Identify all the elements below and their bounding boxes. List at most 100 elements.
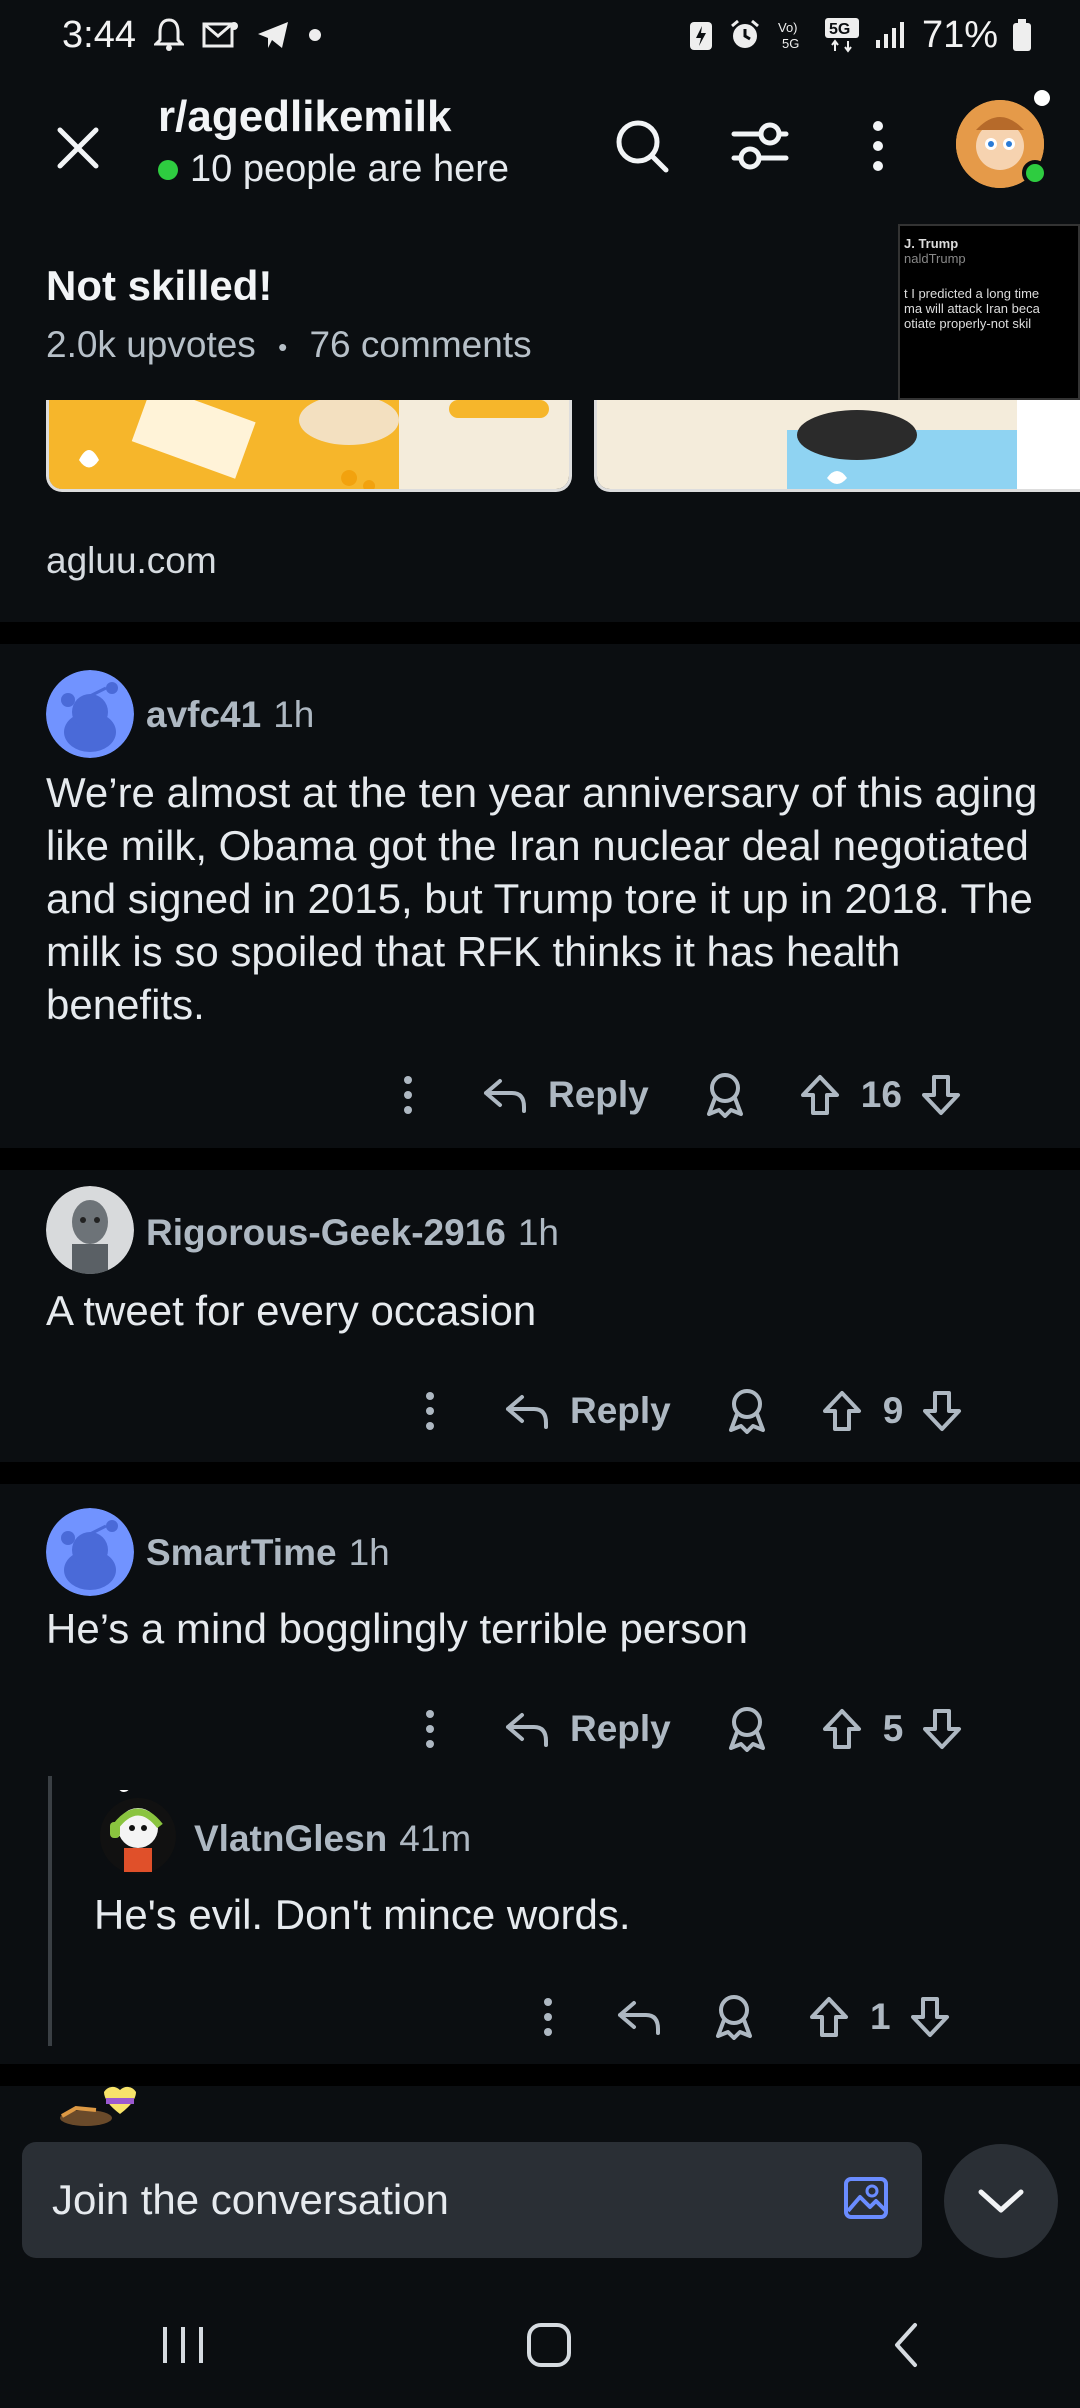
section-divider xyxy=(0,622,1080,644)
system-nav-bar xyxy=(0,2286,1080,2408)
subreddit-name[interactable]: r/agedlikemilk xyxy=(158,92,509,142)
battery-percent: 71% xyxy=(921,13,998,56)
comment-avatar[interactable] xyxy=(46,1186,134,1274)
subreddit-header: r/agedlikemilk 10 people are here xyxy=(0,80,1080,210)
reply-button[interactable]: Reply xyxy=(482,1074,649,1116)
post-upvotes: 2.0k upvotes xyxy=(46,324,256,365)
back-chevron-icon xyxy=(895,2322,917,2367)
recent-apps-icon xyxy=(163,2326,203,2363)
post-title: Not skilled! xyxy=(46,262,273,309)
post-comment-count: 76 comments xyxy=(309,324,532,365)
thumb-text-line: naldTrump xyxy=(904,251,966,266)
comment-composer[interactable]: Join the conversation xyxy=(22,2142,922,2258)
post-summary[interactable]: Not skilled! 2.0k upvotes • 76 comments xyxy=(46,262,532,366)
author-name: VlatnGlesn xyxy=(194,1818,388,1859)
reply-arrow-icon xyxy=(484,1079,526,1113)
upvote-button[interactable] xyxy=(799,1073,841,1117)
award-button[interactable] xyxy=(714,1994,754,2040)
upvote-button[interactable] xyxy=(821,1707,863,1751)
post-meta: 2.0k upvotes • 76 comments xyxy=(46,324,532,366)
vote-count: 16 xyxy=(860,1074,902,1115)
comment-avatar[interactable] xyxy=(96,1780,180,1874)
overflow-menu-button[interactable] xyxy=(846,114,910,178)
comment-author[interactable]: VlatnGlesn 41m xyxy=(194,1818,471,1860)
comment-overflow-button[interactable] xyxy=(526,1997,570,2037)
comment-overflow-button[interactable] xyxy=(408,1709,452,1749)
comment-avatar[interactable] xyxy=(46,1508,134,1596)
more-vertical-icon xyxy=(873,121,883,171)
ad-image-card[interactable] xyxy=(46,400,572,492)
reply-label: Reply xyxy=(570,1708,671,1749)
section-divider xyxy=(0,1148,1080,1170)
snoo-avatar-icon xyxy=(46,670,134,758)
downvote-button[interactable] xyxy=(920,1073,962,1117)
reply-button[interactable]: Reply xyxy=(504,1390,671,1432)
post-thumbnail[interactable]: J. Trump naldTrump t I predicted a long … xyxy=(898,224,1080,400)
award-icon xyxy=(706,1073,743,1118)
reply-button[interactable] xyxy=(616,1997,662,2037)
close-button[interactable] xyxy=(48,118,108,178)
comment-overflow-button[interactable] xyxy=(386,1075,430,1115)
reply-button[interactable]: Reply xyxy=(504,1708,671,1750)
back-button[interactable] xyxy=(891,2321,921,2374)
downvote-button[interactable] xyxy=(921,1389,963,1433)
home-button[interactable] xyxy=(525,2321,573,2374)
next-comment-avatar[interactable] xyxy=(56,2086,136,2126)
svg-text:Vo): Vo) xyxy=(778,20,798,35)
comment-body: He’s a mind bogglingly terrible person xyxy=(46,1605,748,1652)
comment-time: 1h xyxy=(348,1532,390,1573)
user-avatar[interactable] xyxy=(956,90,1050,188)
author-name: Rigorous-Geek-2916 xyxy=(146,1212,506,1253)
collapse-comments-button[interactable] xyxy=(944,2144,1058,2258)
downvote-arrow-icon xyxy=(921,1075,960,1115)
thumb-text-line: J. Trump xyxy=(904,236,959,251)
award-button[interactable] xyxy=(705,1072,745,1118)
reply-arrow-icon xyxy=(506,1713,548,1747)
downvote-arrow-icon xyxy=(910,1997,949,2037)
svg-text:5G: 5G xyxy=(782,36,799,51)
comment: avfc41 1h We’re almost at the ten year an… xyxy=(0,644,1080,1144)
award-icon xyxy=(728,1389,765,1434)
comment-time: 41m xyxy=(399,1818,472,1859)
upvote-button[interactable] xyxy=(821,1389,863,1433)
battery-saver-icon xyxy=(688,18,714,52)
gamer-avatar-icon xyxy=(100,1780,176,1874)
snoo-avatar-icon xyxy=(60,2086,136,2126)
thumb-text-line: ma will attack Iran beca xyxy=(904,301,1040,316)
comment-author[interactable]: avfc41 1h xyxy=(146,694,314,736)
downvote-button[interactable] xyxy=(921,1707,963,1751)
downvote-arrow-icon xyxy=(923,1709,962,1749)
composer-placeholder: Join the conversation xyxy=(52,2176,449,2223)
5g-network-icon: 5G xyxy=(824,17,860,53)
close-icon xyxy=(57,127,99,169)
upvote-arrow-icon xyxy=(822,1391,861,1431)
more-notifications-dot-icon xyxy=(308,28,322,42)
telegram-icon xyxy=(256,20,290,50)
notification-bell-icon xyxy=(153,18,184,52)
more-vertical-icon xyxy=(426,1392,434,1430)
attach-image-button[interactable] xyxy=(842,2173,892,2228)
comment-overflow-button[interactable] xyxy=(408,1391,452,1431)
comment-time: 1h xyxy=(273,694,315,735)
award-button[interactable] xyxy=(727,1388,767,1434)
comment-author[interactable]: Rigorous-Geek-2916 1h xyxy=(146,1212,559,1254)
volte-icon: Vo) 5G xyxy=(776,18,810,52)
comment-author[interactable]: SmartTime 1h xyxy=(146,1532,390,1574)
ad-image-card[interactable] xyxy=(594,400,1080,492)
comment-actions: Reply 16 xyxy=(386,1072,962,1118)
search-button[interactable] xyxy=(610,114,674,178)
comment-avatar[interactable] xyxy=(46,670,134,758)
downvote-button[interactable] xyxy=(909,1995,951,2039)
ad-domain-link[interactable]: agluu.com xyxy=(46,540,217,582)
status-bar: 3:44 Vo) 5G 5G 71% xyxy=(0,0,1080,70)
thread-line[interactable] xyxy=(48,1776,52,2046)
snoo-avatar-icon xyxy=(46,1508,134,1596)
more-vertical-icon xyxy=(404,1076,412,1114)
comment-body: A tweet for every occasion xyxy=(46,1287,537,1334)
recent-apps-button[interactable] xyxy=(159,2323,207,2372)
upvote-button[interactable] xyxy=(808,1995,850,2039)
comment: Rigorous-Geek-2916 1h A tweet for every o… xyxy=(0,1170,1080,1460)
upvote-arrow-icon xyxy=(822,1709,861,1749)
sort-filter-button[interactable] xyxy=(728,114,792,178)
award-button[interactable] xyxy=(727,1706,767,1752)
